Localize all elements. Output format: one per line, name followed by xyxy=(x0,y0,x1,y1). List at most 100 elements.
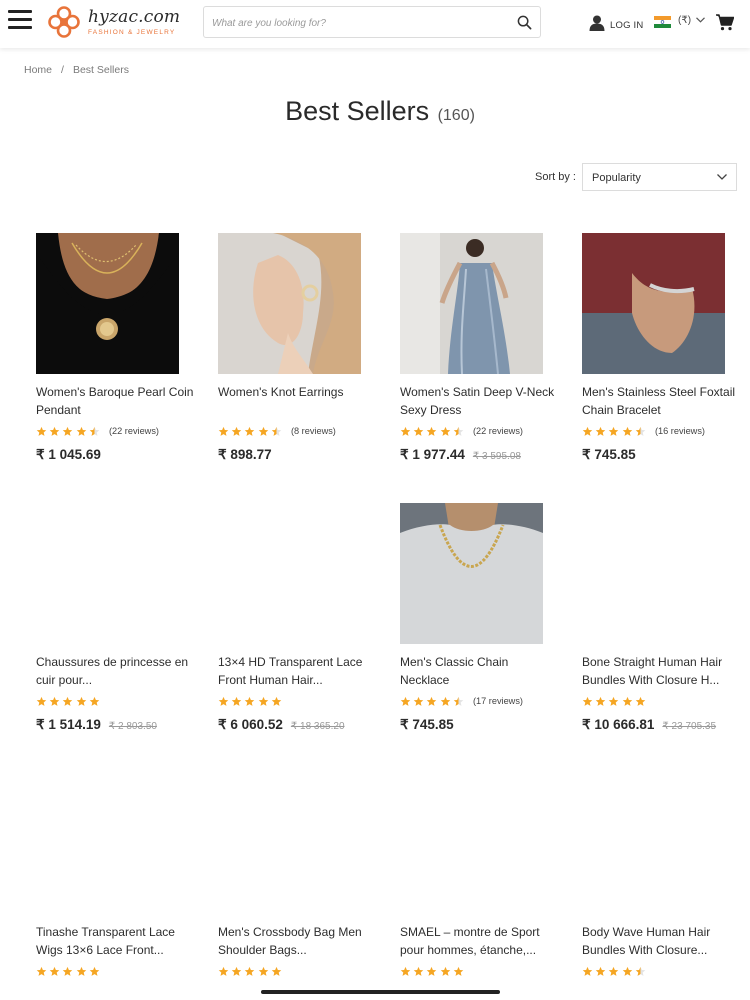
product-image-placeholder[interactable] xyxy=(582,503,725,644)
star-icon xyxy=(258,696,268,706)
product-name[interactable]: Tinashe Transparent Lace Wigs 13×6 Lace … xyxy=(36,923,196,959)
star-icon xyxy=(76,426,86,436)
product-name[interactable]: Women's Knot Earrings xyxy=(218,383,378,419)
price-row: ₹ 745.85 xyxy=(582,447,636,463)
product-name[interactable]: Men's Crossbody Bag Men Shoulder Bags... xyxy=(218,923,378,959)
product-name[interactable]: Women's Baroque Pearl Coin Pendant xyxy=(36,383,196,419)
price-row: ₹ 898.77 xyxy=(218,447,272,463)
product-name[interactable]: Bone Straight Human Hair Bundles With Cl… xyxy=(582,653,742,689)
top-header: hyzac.com FASHION & JEWELRY LOG IN (₹) xyxy=(0,0,750,48)
star-icon xyxy=(595,696,606,706)
product-rating: (16 reviews) xyxy=(582,424,705,438)
breadcrumb-separator: / xyxy=(61,64,64,76)
sort-selected-value: Popularity xyxy=(592,172,641,184)
star-icon xyxy=(271,966,282,976)
product-image-placeholder[interactable] xyxy=(36,773,179,914)
review-count: (22 reviews) xyxy=(108,426,159,436)
star-icon xyxy=(245,966,255,976)
product-rating xyxy=(582,964,648,978)
breadcrumb-current: Best Sellers xyxy=(72,64,129,76)
product-name[interactable]: Chaussures de princesse en cuir pour... xyxy=(36,653,196,689)
product-image[interactable] xyxy=(582,233,725,374)
star-icon xyxy=(36,426,47,436)
cart-icon[interactable] xyxy=(716,14,734,31)
star-icon xyxy=(413,426,424,436)
product-price: ₹ 898.77 xyxy=(218,447,272,462)
review-count: (22 reviews) xyxy=(472,426,523,436)
hamburger-menu-icon[interactable] xyxy=(8,10,32,30)
star-icon xyxy=(609,966,619,976)
product-old-price: ₹ 2 803.50 xyxy=(108,721,157,732)
product-price: ₹ 745.85 xyxy=(582,447,636,462)
product-name[interactable]: 13×4 HD Transparent Lace Front Human Hai… xyxy=(218,653,378,689)
star-icon xyxy=(63,966,73,976)
star-icon xyxy=(635,426,646,436)
star-icon xyxy=(218,966,229,976)
product-name[interactable]: Women's Satin Deep V-Neck Sexy Dress xyxy=(400,383,560,419)
product-price: ₹ 10 666.81 xyxy=(582,717,655,732)
product-old-price: ₹ 23 705.35 xyxy=(662,721,717,732)
star-icon xyxy=(413,696,424,706)
product-image[interactable] xyxy=(400,503,543,644)
product-image-placeholder[interactable] xyxy=(36,503,179,644)
product-rating xyxy=(582,694,648,708)
india-flag-icon[interactable] xyxy=(654,16,671,28)
login-link[interactable]: LOG IN xyxy=(589,14,643,32)
product-price: ₹ 1 977.44 xyxy=(400,447,465,462)
price-row: ₹ 10 666.81 ₹ 23 705.35 xyxy=(582,717,716,733)
price-row: ₹ 745.85 xyxy=(400,717,454,733)
logo-tagline: FASHION & JEWELRY xyxy=(88,29,176,36)
star-icon xyxy=(258,966,268,976)
star-icon xyxy=(413,966,424,976)
star-icon xyxy=(622,696,632,706)
product-old-price: ₹ 18 365.20 xyxy=(290,721,345,732)
star-icon xyxy=(427,426,437,436)
search-box xyxy=(203,6,541,38)
chevron-down-icon xyxy=(695,17,705,23)
star-icon xyxy=(76,966,86,976)
product-rating xyxy=(36,964,102,978)
product-image-placeholder[interactable] xyxy=(218,773,361,914)
breadcrumb-home[interactable]: Home xyxy=(24,64,52,76)
sort-dropdown[interactable]: Popularity xyxy=(582,163,737,191)
breadcrumb: Home / Best Sellers xyxy=(24,64,129,76)
star-icon xyxy=(453,966,464,976)
star-icon xyxy=(258,426,268,436)
star-icon xyxy=(622,966,632,976)
star-icon xyxy=(231,696,242,706)
search-input[interactable] xyxy=(212,13,502,33)
product-image[interactable] xyxy=(400,233,543,374)
login-label: LOG IN xyxy=(610,19,644,31)
product-count: (160) xyxy=(437,107,475,124)
star-icon xyxy=(89,426,100,436)
product-image[interactable] xyxy=(36,233,179,374)
product-name[interactable]: Body Wave Human Hair Bundles With Closur… xyxy=(582,923,742,959)
price-row: ₹ 1 045.69 xyxy=(36,447,101,463)
product-price: ₹ 1 514.19 xyxy=(36,717,101,732)
star-icon xyxy=(440,966,450,976)
product-image-placeholder[interactable] xyxy=(582,773,725,914)
product-name[interactable]: Men's Classic Chain Necklace xyxy=(400,653,560,689)
product-rating: (22 reviews) xyxy=(36,424,159,438)
star-icon xyxy=(582,696,593,706)
star-icon xyxy=(231,966,242,976)
star-icon xyxy=(231,426,242,436)
star-icon xyxy=(440,696,450,706)
site-logo[interactable]: hyzac.com FASHION & JEWELRY xyxy=(46,4,180,42)
product-image-placeholder[interactable] xyxy=(400,773,543,914)
star-icon xyxy=(245,426,255,436)
product-price: ₹ 1 045.69 xyxy=(36,447,101,462)
star-icon xyxy=(63,696,73,706)
star-icon xyxy=(245,696,255,706)
product-name[interactable]: SMAEL – montre de Sport pour hommes, éta… xyxy=(400,923,560,959)
search-icon[interactable] xyxy=(517,15,532,30)
star-icon xyxy=(440,426,450,436)
product-image[interactable] xyxy=(218,233,361,374)
product-image-placeholder[interactable] xyxy=(218,503,361,644)
product-rating: (22 reviews) xyxy=(400,424,523,438)
logo-name: hyzac.com xyxy=(88,7,181,27)
currency-selector[interactable]: (₹) xyxy=(678,15,705,26)
star-icon xyxy=(76,696,86,706)
product-name[interactable]: Men's Stainless Steel Foxtail Chain Brac… xyxy=(582,383,742,419)
star-icon xyxy=(453,426,464,436)
